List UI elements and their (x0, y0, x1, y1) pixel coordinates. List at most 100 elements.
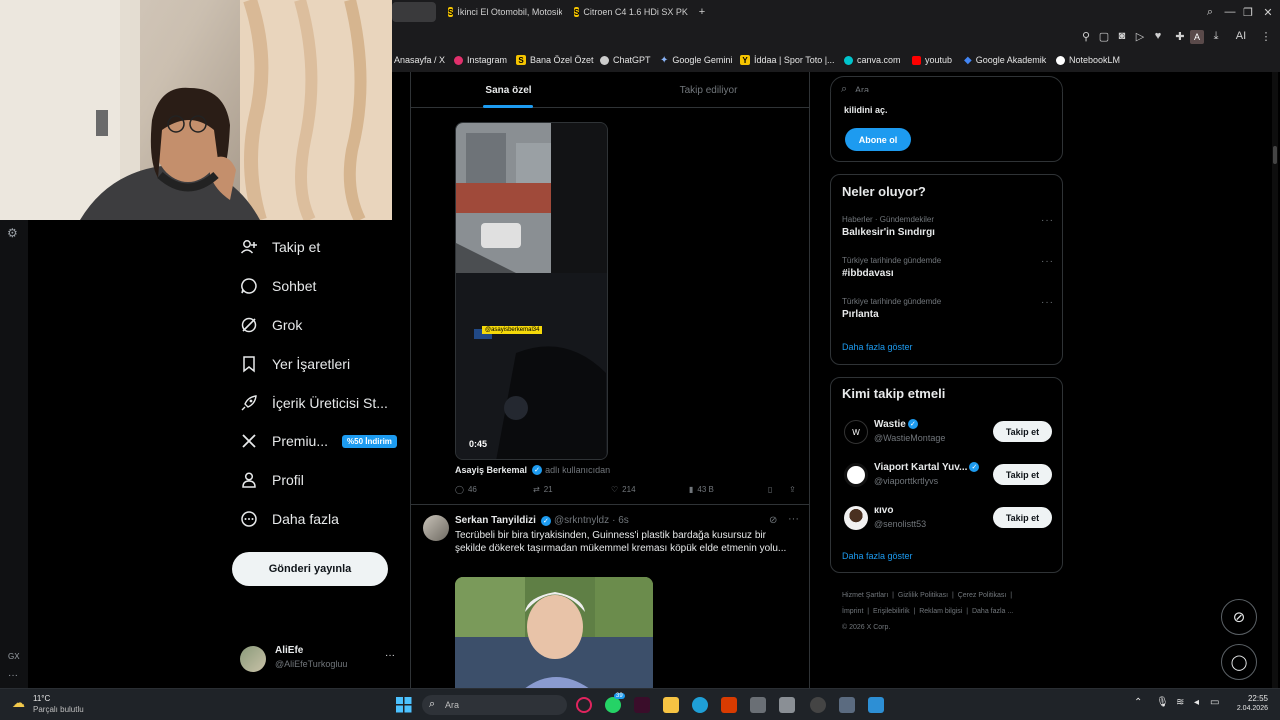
repost-button[interactable]: ⇄ 21 (533, 485, 553, 494)
settings-app-icon[interactable] (839, 697, 855, 713)
notepad-icon[interactable] (779, 697, 795, 713)
bookmark-iddaa[interactable]: Y İddaa | Spor Toto |... (740, 52, 835, 68)
play-icon[interactable]: ▷ (1132, 28, 1148, 44)
trend-more-icon[interactable]: ··· (1041, 297, 1054, 308)
powerpoint-icon[interactable] (721, 697, 737, 713)
pin-icon[interactable]: ⚲ (1078, 28, 1094, 44)
restore-icon[interactable]: ❐ (1240, 4, 1256, 20)
author-name[interactable]: Serkan Tanyildizi (455, 515, 536, 526)
download-icon[interactable]: ⤓ (1208, 28, 1224, 44)
trend-item[interactable]: Türkiye tarihinde gündemde Pırlanta ··· (842, 297, 1054, 320)
grok-fab[interactable]: ⊘ (1221, 599, 1257, 635)
footer-link[interactable]: Gizlilik Politikası (898, 592, 948, 599)
camera-icon[interactable]: ◙ (1114, 28, 1130, 44)
account-more-icon[interactable]: ··· (385, 650, 395, 661)
follow-suggestion[interactable]: Viaport Kartal Yuv... ✓ @viaporttkrtlyvs … (842, 461, 1057, 491)
footer-link[interactable]: Hizmet Şartları (842, 592, 888, 599)
new-tab-button[interactable]: + (694, 4, 710, 20)
browser-tab-sahibinden-1[interactable]: S İkinci El Otomobil, Motosik (442, 2, 562, 22)
tab-following[interactable]: Takip ediliyor (611, 72, 806, 108)
follow-button[interactable]: Takip et (993, 507, 1052, 528)
bookmark-canva[interactable]: canva.com (844, 52, 901, 68)
taskbar-search[interactable]: ⌕ Ara (422, 695, 567, 715)
bookmark-notebooklm[interactable]: NotebookLM (1056, 52, 1120, 68)
clock-time[interactable]: 22:55 (1230, 694, 1268, 703)
ai-button[interactable]: AI (1230, 28, 1252, 44)
trend-more-icon[interactable]: ··· (1041, 256, 1054, 267)
bookmark-anasayfa[interactable]: Anasayfa / X (394, 52, 445, 68)
side-more-icon[interactable]: ··· (8, 670, 18, 681)
trend-item[interactable]: Haberler · Gündemdekiler Balıkesir'in Sı… (842, 215, 1054, 238)
footer-link[interactable]: Erişilebilirlik (873, 608, 910, 615)
post-time[interactable]: · 6s (612, 515, 629, 526)
author-handle[interactable]: @srkntnyldz (554, 515, 609, 526)
video-player[interactable]: @asayisberkemal34 0:45 (455, 122, 608, 460)
avatar[interactable] (423, 515, 449, 541)
sidebar-item-chat[interactable]: Sohbet (240, 271, 316, 301)
follow-button[interactable]: Takip et (993, 464, 1052, 485)
bookmark-chatgpt[interactable]: ChatGPT (600, 52, 651, 68)
grok-post-icon[interactable]: ⊘ (769, 515, 777, 526)
snapshot-icon[interactable]: ▢ (1096, 28, 1112, 44)
close-icon[interactable]: ✕ (1260, 4, 1276, 20)
settings-icon[interactable]: ⚙ (7, 226, 18, 240)
heart-icon[interactable]: ♥ (1150, 28, 1166, 44)
microphone-icon[interactable]: 🎙 (1156, 697, 1169, 708)
like-button[interactable]: ♡ 214 (611, 485, 636, 494)
capcut-icon[interactable] (634, 697, 650, 713)
share-button[interactable]: ⇪ (789, 485, 796, 494)
windows-start-icon[interactable] (396, 697, 412, 713)
tray-chevron-icon[interactable]: ⌃ (1134, 697, 1142, 708)
wifi-icon[interactable]: ≋ (1176, 697, 1184, 708)
profile-avatar[interactable]: A (1190, 30, 1204, 44)
sidebar-item-bookmarks[interactable]: Yer İşaretleri (240, 349, 350, 379)
trend-item[interactable]: Türkiye tarihinde gündemde #ibbdavası ··… (842, 256, 1054, 279)
sidebar-item-more[interactable]: Daha fazla (240, 504, 339, 534)
trends-show-more[interactable]: Daha fazla göster (842, 342, 913, 352)
battery-icon[interactable]: ▭ (1210, 697, 1219, 708)
scrollbar-thumb[interactable] (1273, 146, 1277, 164)
photos-icon[interactable] (868, 697, 884, 713)
clock-date[interactable]: 2.04.2026 (1226, 705, 1268, 712)
footer-link[interactable]: Reklam bilgisi (919, 608, 962, 615)
footer-link[interactable]: Çerez Politikası (958, 592, 1007, 599)
post-button[interactable]: Gönderi yayınla (232, 552, 388, 586)
footer-link[interactable]: İmprint (842, 608, 863, 615)
post-source[interactable]: Asayiş Berkemal ✓ adlı kullanıcıdan (455, 465, 610, 475)
file-explorer-icon[interactable] (663, 697, 679, 713)
footer-link[interactable]: Daha fazla ... (972, 608, 1013, 615)
search-tabs-icon[interactable]: ⌕ (1202, 4, 1218, 20)
follow-suggestion[interactable]: W Wastie ✓ @WastieMontage Takip et (842, 418, 1057, 448)
minimize-icon[interactable]: — (1222, 4, 1238, 20)
tab-for-you[interactable]: Sana özel (411, 72, 606, 108)
post-more-icon[interactable]: ··· (788, 513, 799, 525)
scrollbar[interactable] (1272, 72, 1278, 688)
browser-tab-active[interactable] (392, 2, 436, 22)
sidebar-item-grok[interactable]: Grok (240, 310, 302, 340)
steam-icon[interactable] (810, 697, 826, 713)
reply-button[interactable]: ◯ 46 (455, 485, 477, 494)
volume-icon[interactable]: ◂ (1194, 697, 1199, 708)
follow-button[interactable]: Takip et (993, 421, 1052, 442)
weather-desc[interactable]: Parçalı bulutlu (33, 705, 84, 714)
extensions-icon[interactable]: ✚ (1172, 28, 1188, 44)
weather-temp[interactable]: 11°C (33, 694, 50, 703)
browser-tab-sahibinden-2[interactable]: S Citroen C4 1.6 HDi SX PK (568, 2, 692, 22)
views-button[interactable]: ▮ 43 B (689, 485, 714, 494)
sidebar-item-follow[interactable]: Takip et (240, 232, 320, 262)
opera-icon[interactable] (576, 697, 592, 713)
bookmark-google-akademik[interactable]: ◆ Google Akademik (964, 52, 1046, 68)
follow-suggestion[interactable]: кıvo @senolistt53 Takip et (842, 504, 1057, 534)
menu-icon[interactable]: ⋮ (1258, 28, 1274, 44)
sidebar-item-creator-studio[interactable]: İçerik Üreticisi St... (240, 388, 388, 418)
post-video[interactable] (455, 577, 653, 688)
edge-icon[interactable] (692, 697, 708, 713)
bookmark-bana-ozel-ozet[interactable]: S Bana Özel Özet (516, 52, 594, 68)
bookmark-gemini[interactable]: ✦ Google Gemini (660, 52, 732, 68)
sidebar-item-premium[interactable]: Premiu... %50 İndirim (240, 426, 397, 456)
sidebar-item-profile[interactable]: Profil (240, 465, 304, 495)
whatsapp-icon[interactable] (605, 697, 621, 713)
who-to-follow-show-more[interactable]: Daha fazla göster (842, 551, 913, 561)
subscribe-button[interactable]: Abone ol (845, 128, 911, 151)
trend-more-icon[interactable]: ··· (1041, 215, 1054, 226)
